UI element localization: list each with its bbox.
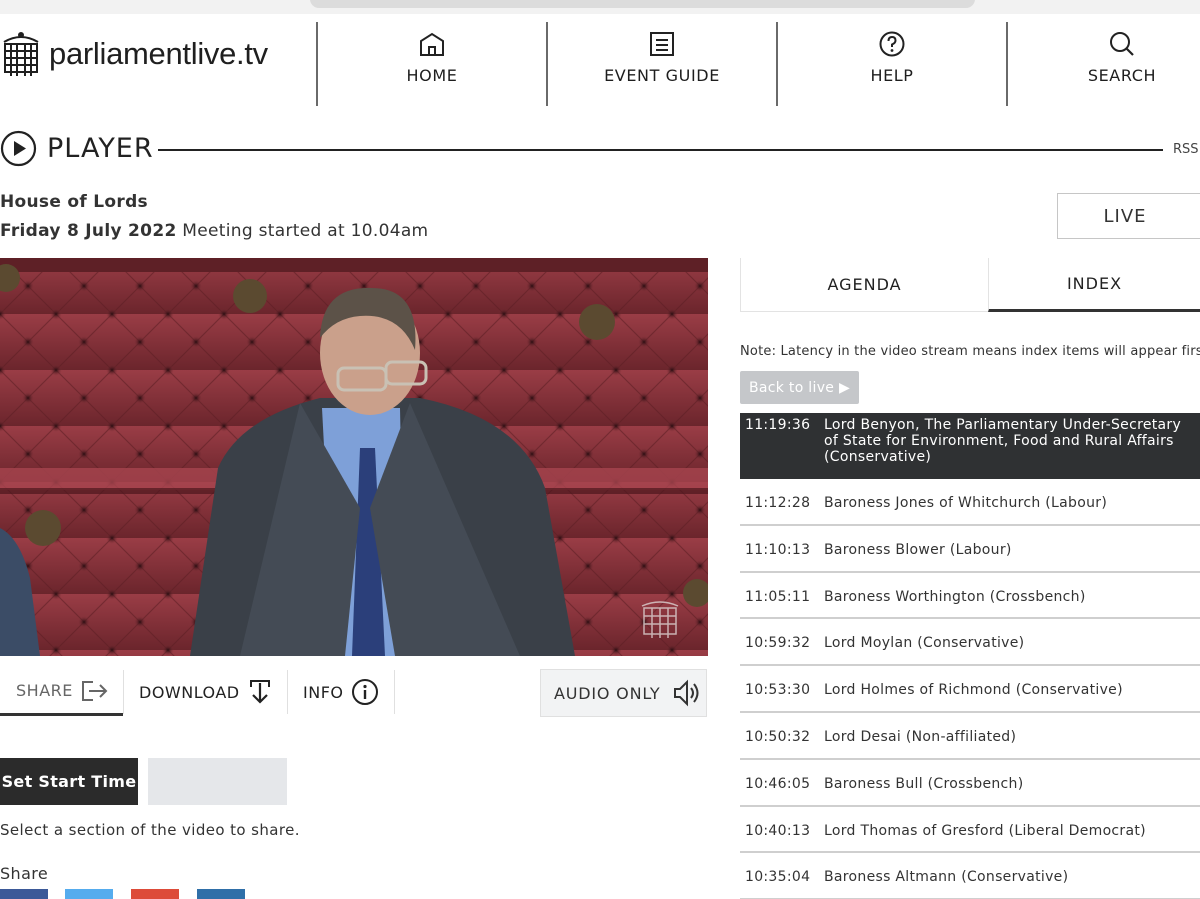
twitter-share-button[interactable]: [65, 889, 113, 899]
index-time: 10:35:04: [745, 869, 811, 886]
index-list: 11:19:36 Lord Benyon, The Parliamentary …: [740, 413, 1200, 899]
index-item[interactable]: 11:05:11 Baroness Worthington (Crossbenc…: [740, 573, 1200, 620]
index-speaker: Baroness Bull (Crossbench): [824, 775, 1024, 792]
home-icon: [420, 32, 444, 56]
index-time: 10:50:32: [745, 728, 811, 745]
nav-help-label: HELP: [870, 66, 914, 85]
meeting-date: Friday 8 July 2022: [0, 221, 177, 241]
index-item[interactable]: 10:35:04 Baroness Altmann (Conservative): [740, 853, 1200, 899]
index-item[interactable]: 10:50:32 Lord Desai (Non-affiliated): [740, 713, 1200, 760]
google-share-button[interactable]: [131, 889, 179, 899]
video-player[interactable]: [0, 258, 708, 656]
meeting-start: Meeting started at 10.04am: [182, 221, 429, 241]
address-bar[interactable]: [310, 0, 975, 8]
meeting-date-line: Friday 8 July 2022 Meeting started at 10…: [0, 221, 428, 241]
index-speaker: Baroness Worthington (Crossbench): [824, 588, 1086, 605]
info-icon: [352, 679, 379, 705]
index-item[interactable]: 10:59:32 Lord Moylan (Conservative): [740, 619, 1200, 667]
control-divider: [394, 670, 395, 714]
index-item[interactable]: 10:40:13 Lord Thomas of Gresford (Libera…: [740, 807, 1200, 854]
share-button[interactable]: SHARE: [0, 668, 123, 716]
audio-only-button[interactable]: AUDIO ONLY: [540, 669, 707, 717]
nav-search-label: SEARCH: [1087, 66, 1157, 85]
index-speaker: Lord Thomas of Gresford (Liberal Democra…: [824, 822, 1146, 839]
index-item[interactable]: 10:53:30 Lord Holmes of Richmond (Conser…: [740, 666, 1200, 713]
index-speaker: Lord Holmes of Richmond (Conservative): [824, 682, 1123, 699]
nav-help[interactable]: HELP: [778, 30, 1006, 85]
rss-link[interactable]: RSS: [1173, 142, 1199, 157]
latency-note: Note: Latency in the video stream means …: [740, 344, 1200, 359]
info-label: INFO: [303, 682, 344, 702]
control-divider: [287, 670, 288, 714]
back-to-live-button[interactable]: Back to live ▶: [740, 371, 859, 404]
download-label: DOWNLOAD: [139, 682, 240, 702]
index-item-current[interactable]: 11:19:36 Lord Benyon, The Parliamentary …: [740, 413, 1200, 479]
nav-home-label: HOME: [406, 66, 458, 85]
index-speaker: Baroness Blower (Labour): [824, 541, 1012, 558]
player-heading: PLAYER: [0, 130, 154, 167]
index-time: 10:46:05: [745, 775, 811, 792]
linkedin-share-button[interactable]: [197, 889, 245, 899]
document-icon: [650, 32, 674, 56]
index-time: 11:12:28: [745, 495, 811, 511]
download-button[interactable]: DOWNLOAD: [139, 668, 272, 716]
start-time-field[interactable]: [148, 758, 287, 805]
index-item[interactable]: 11:10:13 Baroness Blower (Labour): [740, 526, 1200, 573]
index-speaker: Baroness Jones of Whitchurch (Labour): [824, 495, 1108, 511]
index-speaker: Lord Moylan (Conservative): [824, 635, 1025, 652]
browser-chrome: [0, 0, 1200, 14]
nav-search[interactable]: SEARCH: [1008, 30, 1200, 85]
index-time: 11:05:11: [745, 588, 811, 605]
speaker-icon: [673, 679, 698, 707]
index-time: 10:59:32: [745, 635, 811, 652]
tab-agenda[interactable]: AGENDA: [740, 258, 988, 312]
index-time: 10:40:13: [745, 822, 811, 839]
index-item[interactable]: 11:12:28 Baroness Jones of Whitchurch (L…: [740, 479, 1200, 526]
player-title: PLAYER: [47, 133, 154, 164]
index-time: 11:19:36: [745, 417, 811, 433]
site-logo[interactable]: parliamentlive.tv: [0, 30, 268, 78]
play-circle-icon: [0, 130, 37, 167]
help-icon: [879, 31, 905, 57]
video-frame: [0, 258, 708, 656]
nav-home[interactable]: HOME: [318, 30, 546, 85]
tab-index[interactable]: INDEX: [988, 258, 1200, 312]
live-button[interactable]: LIVE: [1057, 193, 1200, 239]
nav-event-guide-label: EVENT GUIDE: [604, 66, 720, 85]
heading-rule: [158, 149, 1163, 151]
share-arrow-icon: [81, 680, 108, 701]
house-name: House of Lords: [0, 192, 148, 212]
index-speaker: Lord Benyon, The Parliamentary Under-Sec…: [824, 417, 1182, 465]
index-time: 11:10:13: [745, 541, 811, 558]
download-icon: [249, 680, 270, 704]
nav-event-guide[interactable]: EVENT GUIDE: [548, 30, 776, 85]
portcullis-icon: [3, 32, 39, 76]
share-label: SHARE: [16, 681, 73, 700]
logo-text: parliamentlive.tv: [49, 36, 268, 71]
audio-only-label: AUDIO ONLY: [554, 683, 661, 703]
share-heading: Share: [0, 864, 49, 883]
share-section-hint: Select a section of the video to share.: [0, 821, 300, 839]
index-speaker: Baroness Altmann (Conservative): [824, 869, 1069, 886]
index-speaker: Lord Desai (Non-affiliated): [824, 728, 1017, 745]
set-start-time-button[interactable]: Set Start Time: [0, 758, 138, 805]
index-time: 10:53:30: [745, 682, 811, 699]
index-item[interactable]: 10:46:05 Baroness Bull (Crossbench): [740, 760, 1200, 807]
search-icon: [1110, 32, 1134, 56]
info-button[interactable]: INFO: [303, 668, 379, 716]
control-divider: [123, 670, 124, 714]
facebook-share-button[interactable]: [0, 889, 48, 899]
